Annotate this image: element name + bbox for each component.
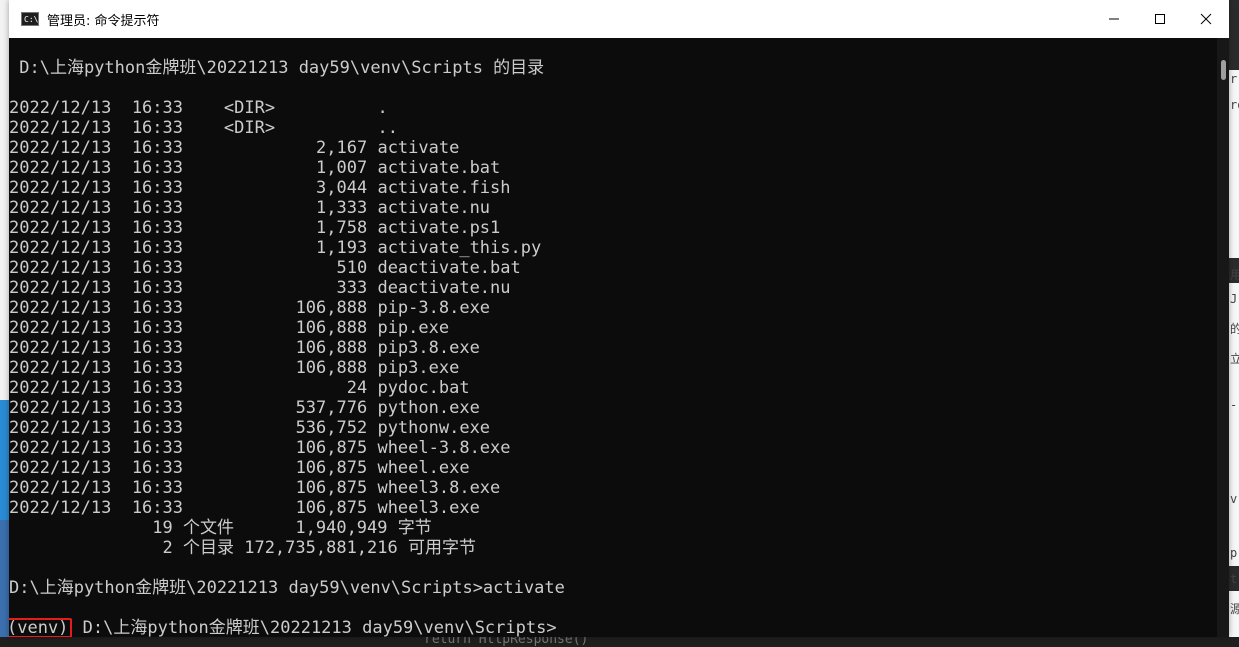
cmd-app-icon[interactable]: C:\. <box>21 12 43 26</box>
background-glyph: t <box>1230 572 1238 586</box>
listing-row: 2022/12/13 16:33 1,007 activate.bat <box>9 158 501 178</box>
listing-row: 2022/12/13 16:33 106,888 pip-3.8.exe <box>9 298 491 318</box>
listing-row: 2022/12/13 16:33 106,888 pip.exe <box>9 318 450 338</box>
maximize-button[interactable] <box>1137 0 1183 38</box>
background-right-window: r ro 用 J 的 立 - v p t 源 <box>1229 0 1239 647</box>
listing-row: 2022/12/13 16:33 106,875 wheel3.exe <box>9 498 480 518</box>
console-output[interactable]: D:\上海python金牌班\20221213 day59\venv\Scrip… <box>9 38 1217 637</box>
venv-indicator: (venv) <box>9 618 73 637</box>
vertical-scrollbar[interactable] <box>1217 38 1229 637</box>
listing-row: 2022/12/13 16:33 <DIR> . <box>9 98 388 118</box>
cmd-window[interactable]: C:\. 管理员: 命令提示符 D:\上海python金牌班\20221213 … <box>9 0 1229 637</box>
title-bar[interactable]: C:\. 管理员: 命令提示符 <box>9 0 1229 38</box>
listing-row: 2022/12/13 16:33 106,888 pip3.exe <box>9 358 460 378</box>
summary-files: 19 个文件 1,940,949 字节 <box>9 518 432 538</box>
scrollbar-thumb[interactable] <box>1221 60 1226 80</box>
background-glyph: ro <box>1230 98 1239 112</box>
listing-row: 2022/12/13 16:33 106,875 wheel-3.8.exe <box>9 438 511 458</box>
listing-row: 2022/12/13 16:33 1,333 activate.nu <box>9 198 491 218</box>
summary-dirs: 2 个目录 172,735,881,216 可用字节 <box>9 538 476 558</box>
listing-row: 2022/12/13 16:33 510 deactivate.bat <box>9 258 521 278</box>
close-icon <box>1200 13 1212 25</box>
close-button[interactable] <box>1183 0 1229 38</box>
listing-row: 2022/12/13 16:33 333 deactivate.nu <box>9 278 511 298</box>
listing-row: 2022/12/13 16:33 536,752 pythonw.exe <box>9 418 491 438</box>
window-controls <box>1091 0 1229 38</box>
listing-row: 2022/12/13 16:33 24 pydoc.bat <box>9 378 470 398</box>
minimize-button[interactable] <box>1091 0 1137 38</box>
window-title: 管理员: 命令提示符 <box>47 13 160 29</box>
listing-row: 2022/12/13 16:33 106,875 wheel3.8.exe <box>9 478 501 498</box>
background-glyph: p <box>1230 546 1238 560</box>
listing-row: 2022/12/13 16:33 1,193 activate_this.py <box>9 238 542 258</box>
background-glyph: 立 <box>1230 352 1239 366</box>
background-glyph: r <box>1230 72 1238 86</box>
listing-row: 2022/12/13 16:33 2,167 activate <box>9 138 460 158</box>
command-line: D:\上海python金牌班\20221213 day59\venv\Scrip… <box>9 578 565 598</box>
background-glyph: v <box>1230 492 1238 506</box>
background-strip <box>1229 0 1239 70</box>
listing-row: 2022/12/13 16:33 1,758 activate.ps1 <box>9 218 501 238</box>
listing-row: 2022/12/13 16:33 <DIR> .. <box>9 118 398 138</box>
listing-row: 2022/12/13 16:33 106,875 wheel.exe <box>9 458 470 478</box>
background-editor <box>0 637 1239 647</box>
prompt-path: D:\上海python金牌班\20221213 day59\venv\Scrip… <box>72 618 557 637</box>
maximize-icon <box>1155 14 1165 24</box>
minimize-icon <box>1109 18 1119 20</box>
directory-header: D:\上海python金牌班\20221213 day59\venv\Scrip… <box>9 58 545 78</box>
listing-row: 2022/12/13 16:33 537,776 python.exe <box>9 398 480 418</box>
active-prompt[interactable]: (venv) D:\上海python金牌班\20221213 day59\ven… <box>9 618 1217 637</box>
background-glyph: - <box>1230 398 1238 412</box>
directory-listing: 2022/12/13 16:33 <DIR> . 2022/12/13 16:33… <box>9 98 1217 518</box>
background-glyph: 用 <box>1230 268 1239 282</box>
background-glyph: 源 <box>1230 602 1239 616</box>
background-glyph: 的 <box>1230 322 1239 336</box>
listing-row: 2022/12/13 16:33 3,044 activate.fish <box>9 178 511 198</box>
listing-row: 2022/12/13 16:33 106,888 pip3.8.exe <box>9 338 480 358</box>
background-glyph: J <box>1230 292 1238 306</box>
